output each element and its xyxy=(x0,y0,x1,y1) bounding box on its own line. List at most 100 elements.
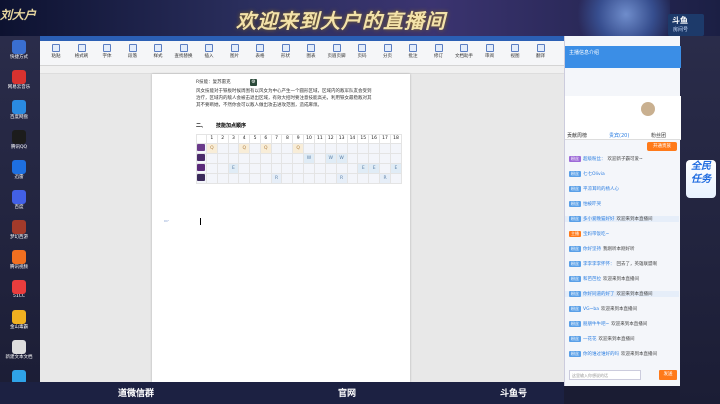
stream-banner: 刘大户 欢迎来到大户的直播间 斗鱼 房间号 xyxy=(0,0,720,36)
chat-nickname[interactable]: 你好同道的好了 xyxy=(583,292,615,297)
chat-nickname[interactable]: 超级粉丝： xyxy=(583,157,606,162)
toolbar-button[interactable]: 段落 xyxy=(121,43,145,63)
chat-input[interactable]: 这里输入你想说的话 xyxy=(569,370,641,380)
chat-nickname[interactable]: 朋朋牛牛吧~ xyxy=(583,322,609,327)
chat-nickname[interactable]: 七七Olivia xyxy=(583,172,605,177)
table-cell xyxy=(292,172,305,184)
list-item: 粉丝 七七Olivia xyxy=(569,171,607,177)
chat-nickname[interactable]: 一花花 xyxy=(583,337,597,342)
toolbar-label: 图表 xyxy=(306,54,316,59)
toolbar-label: 表格 xyxy=(255,54,265,59)
desktop-icon[interactable]: 快捷方式 xyxy=(4,40,34,68)
desktop-icon[interactable]: 百度 xyxy=(4,190,34,218)
toolbar-icon xyxy=(434,44,443,52)
app-icon xyxy=(12,310,26,324)
toolbar-button[interactable]: 查找替换 xyxy=(172,43,196,63)
level-header: 16 xyxy=(368,134,381,144)
tab-vip[interactable]: 贵宾(20) xyxy=(609,132,629,139)
app-icon xyxy=(12,250,26,264)
toolbar-button[interactable]: 表格 xyxy=(248,43,272,63)
toolbar-button[interactable]: 修订 xyxy=(427,43,451,63)
toolbar-label: 粘贴 xyxy=(51,54,61,59)
desktop-icon[interactable]: 新建文本文档 xyxy=(4,340,34,368)
desktop-icon-label: 快捷方式 xyxy=(10,55,28,60)
toolbar-button[interactable]: 图表 xyxy=(299,43,323,63)
fan-badge: 粉丝 xyxy=(569,171,581,177)
wechat-group-label: 道微信群 xyxy=(118,389,155,399)
table-cell: Q xyxy=(205,142,218,154)
table-cell xyxy=(324,142,337,154)
table-cell xyxy=(249,142,261,154)
toolbar-label: 样式 xyxy=(153,54,163,59)
table-cell xyxy=(379,142,391,154)
toolbar-button[interactable]: 分页 xyxy=(376,43,400,63)
toolbar-button[interactable]: 翻译 xyxy=(529,43,553,63)
desktop-icon[interactable]: 百度网盘 xyxy=(4,100,34,128)
level-header: 8 xyxy=(281,134,294,144)
douyu-logo: 斗鱼 房间号 xyxy=(668,14,704,36)
table-cell xyxy=(379,162,391,174)
toolbar-button[interactable]: 视图 xyxy=(503,43,527,63)
skill-icon-image xyxy=(197,173,206,181)
chat-nickname[interactable]: 你好坚持 xyxy=(583,247,601,252)
tab-weekly-contribution[interactable]: 贡献周榜 xyxy=(567,132,587,139)
desktop-icon[interactable]: 腾讯QQ xyxy=(4,130,34,158)
table-cell xyxy=(313,152,326,164)
avatar[interactable] xyxy=(641,102,655,116)
table-cell xyxy=(216,172,229,184)
toolbar-button[interactable]: 审阅 xyxy=(478,43,502,63)
desktop-icon[interactable]: 腾讯视频 xyxy=(4,250,34,278)
toolbar-button[interactable]: 格式刷 xyxy=(70,43,94,63)
fan-badge: 粉丝 xyxy=(569,246,581,252)
toolbar-button[interactable]: 样式 xyxy=(146,43,170,63)
toolbar-button[interactable]: 页眉页脚 xyxy=(325,43,349,63)
table-cell xyxy=(259,162,272,174)
toolbar-icon xyxy=(205,44,213,52)
table-cell xyxy=(216,152,229,164)
fan-badge: 粉丝 xyxy=(569,351,581,357)
chat-text: 欢迎来到本直播间 xyxy=(616,292,653,297)
fan-badge: 粉丝 xyxy=(569,261,581,267)
promo-badge[interactable]: 全民 任务 xyxy=(686,160,716,198)
toolbar-button[interactable]: 字体 xyxy=(95,43,119,63)
toolbar-button[interactable]: 形状 xyxy=(274,43,298,63)
table-cell xyxy=(368,142,381,154)
tab-fan-club[interactable]: 粉丝团 xyxy=(651,132,666,139)
send-button[interactable]: 发送 xyxy=(659,370,677,380)
toolbar-button[interactable]: 插入 xyxy=(197,43,221,63)
chat-nickname[interactable]: 多小爱晚猫好好 xyxy=(583,217,615,222)
panel-header-bar: 主播信息介绍 xyxy=(565,46,681,68)
desktop-icon[interactable]: 梦幻西游 xyxy=(4,220,34,248)
table-cell xyxy=(335,162,348,174)
level-header: 18 xyxy=(389,134,403,144)
chat-nickname[interactable]: VG~ba xyxy=(583,307,599,312)
chat-nickname[interactable]: 你的谁过谁好的吗 xyxy=(583,352,619,357)
chat-nickname[interactable]: 李李李李怀怀： xyxy=(583,262,615,267)
desktop-icon[interactable]: 金山毒霸 xyxy=(4,310,34,338)
chat-nickname[interactable]: 和芭芭拉 xyxy=(583,277,601,282)
chat-nickname[interactable]: 宝妈带饭吃~ xyxy=(583,232,609,237)
toolbar-icon xyxy=(281,44,290,52)
toolbar-button[interactable]: 图片 xyxy=(223,43,247,63)
toolbar-button[interactable]: 批注 xyxy=(401,43,425,63)
desktop-icon[interactable]: 迅雷 xyxy=(4,160,34,188)
toolbar-button[interactable]: 页码 xyxy=(350,43,374,63)
desktop-icon[interactable]: 51CC xyxy=(4,280,34,308)
open-noble-button[interactable]: 开通贵族 xyxy=(647,142,677,151)
table-cell xyxy=(270,152,283,164)
toolbar-button[interactable]: 文档助手 xyxy=(452,43,476,63)
desktop-icon-label: 迅雷 xyxy=(14,175,24,180)
table-cell xyxy=(346,162,359,174)
table-cell xyxy=(368,172,381,184)
toolbar-icon xyxy=(52,44,60,52)
desktop-icon[interactable]: 网易云音乐 xyxy=(4,70,34,98)
toolbar-button[interactable]: 粘贴 xyxy=(44,43,68,63)
banner-left-text: 刘大户 xyxy=(0,8,37,22)
chat-nickname[interactable]: 怕被吓哭 xyxy=(583,202,601,207)
chat-nickname[interactable]: 平凉耳鸣的杨人心 xyxy=(583,187,619,192)
table-cell xyxy=(259,172,272,184)
toolbar-label: 段落 xyxy=(128,54,137,59)
gear-icon[interactable]: ⚙ xyxy=(250,79,257,86)
document-page[interactable]: R技能：复苏雷克 ⚙ 风女技能对于铁板时候周围有以风女为中心产生一个圆形区域，区… xyxy=(152,74,410,382)
list-item: 粉丝 怕被吓哭 xyxy=(569,201,603,207)
